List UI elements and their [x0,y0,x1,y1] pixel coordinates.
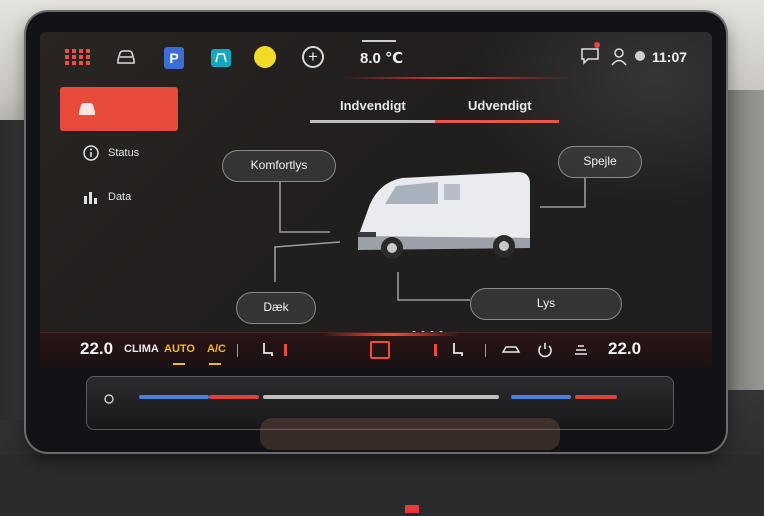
temp-slider-left-hot[interactable] [209,395,259,399]
infotainment-screen: P + 8.0 ℃ 11:07 Status Data Indvendigt U… [40,32,712,368]
seat-heat-right-icon[interactable] [450,341,468,359]
hazard-button[interactable] [405,505,419,513]
seat-vent-left-icon[interactable] [280,341,298,359]
temp-slider-right-hot[interactable] [575,395,617,399]
temp-slider-right-cold[interactable] [511,395,571,399]
daek-button[interactable]: Dæk [236,292,316,324]
komfortlys-button[interactable]: Komfortlys [222,150,336,182]
right-temperature[interactable]: 22.0 [608,339,641,359]
temp-slider-left-cold[interactable] [139,395,209,399]
clima-button[interactable]: CLIMA [124,343,159,355]
auto-button[interactable]: AUTO [164,343,195,355]
dashboard-bottom [0,455,764,516]
recirculation-icon[interactable] [500,341,522,359]
left-temperature[interactable]: 22.0 [80,339,113,359]
power-icon[interactable] [536,341,554,359]
seat-vent-right-icon[interactable] [428,341,446,359]
van-image [358,172,530,259]
spejle-button[interactable]: Spejle [558,146,642,178]
home-button[interactable] [370,341,390,359]
volume-slider[interactable] [263,395,499,399]
lys-button[interactable]: Lys [470,288,622,320]
car-interior-photo: P + 8.0 ℃ 11:07 Status Data Indvendigt U… [0,0,764,516]
light-icon [104,394,114,404]
seat-heat-left-icon[interactable] [258,341,276,359]
climate-bar: 22.0 CLIMA AUTO A/C 22.0 [40,332,712,368]
ac-button[interactable]: A/C [207,343,226,355]
defrost-icon[interactable] [572,341,590,359]
screen-reflection [260,418,560,450]
